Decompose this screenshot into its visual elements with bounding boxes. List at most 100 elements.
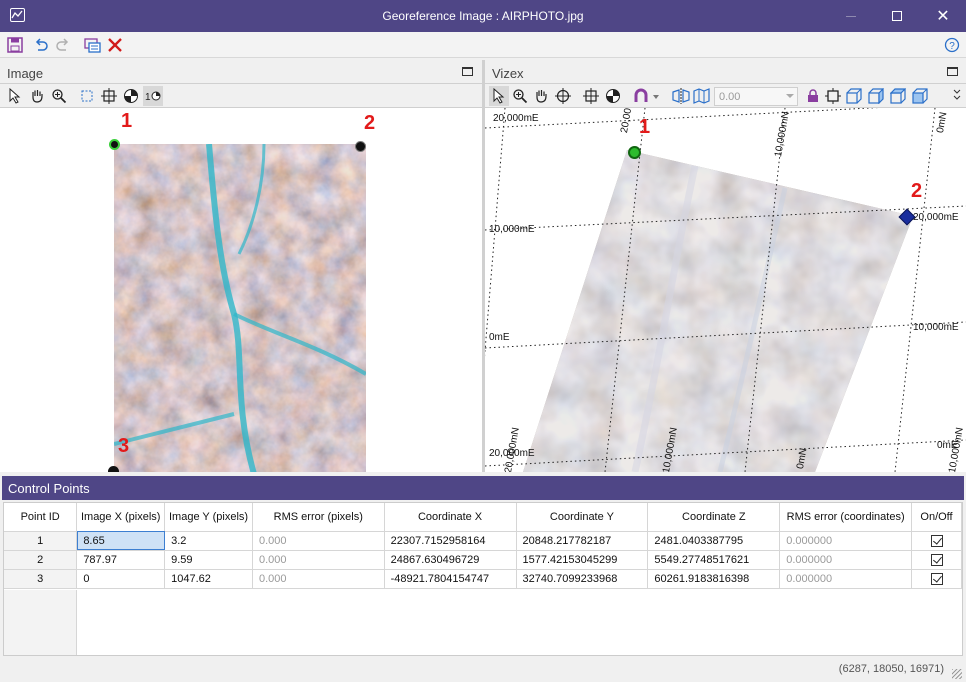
magnet-icon [634, 88, 659, 102]
vizex-crosshair-button[interactable] [553, 86, 573, 106]
one-to-one-button[interactable]: 1 [143, 86, 163, 106]
vizex-pan-tool-button[interactable] [531, 86, 551, 106]
vizex-view-iso-button[interactable] [910, 86, 930, 106]
column-header-on-off[interactable]: On/Off [911, 503, 962, 532]
vizex-toolbar-overflow-icon[interactable] [953, 88, 961, 104]
cell-coordinate-z[interactable]: 60261.9183816398 [647, 569, 781, 589]
cell-coordinate-z[interactable]: 2481.0403387795 [647, 531, 781, 551]
column-header-rms-coordinates[interactable]: RMS error (coordinates) [779, 503, 912, 532]
rotation-dropdown-arrow-icon[interactable] [786, 94, 794, 98]
image-panel-title: Image [7, 66, 44, 81]
vizex-flip-horizontal-button[interactable] [671, 86, 691, 106]
vizex-map-canvas [485, 108, 966, 472]
help-icon: ? [944, 37, 960, 53]
cell-image-x[interactable]: 8.65 [76, 531, 166, 551]
cell-coordinate-x[interactable]: 22307.7152958164 [384, 531, 517, 551]
redo-button[interactable] [53, 35, 73, 55]
georeference-button[interactable] [82, 35, 102, 55]
cell-point-id[interactable]: 1 [4, 531, 78, 551]
minimize-icon [846, 15, 856, 17]
cell-image-x[interactable]: 787.97 [76, 550, 166, 570]
grid-label-6: 0mE [489, 332, 510, 343]
cell-rms-pixels: 0.000 [252, 569, 385, 589]
vizex-view-front-button[interactable] [844, 86, 864, 106]
column-header-image-x[interactable]: Image X (pixels) [76, 503, 166, 532]
save-button[interactable] [5, 35, 25, 55]
pan-icon [32, 90, 43, 103]
cell-image-x[interactable]: 0 [76, 569, 166, 589]
image-control-point-3-icon[interactable] [108, 466, 119, 472]
table-row[interactable]: 3 0 1047.62 0.000 -48921.7804154747 3274… [4, 569, 962, 589]
vizex-view-side-button[interactable] [866, 86, 886, 106]
image-panel-header: Image [0, 60, 482, 84]
image-panel-maximize-icon[interactable] [462, 67, 473, 76]
vizex-control-point-1-icon[interactable] [628, 146, 641, 159]
save-icon [7, 37, 23, 53]
cube-front-icon [846, 88, 862, 104]
cell-coordinate-y[interactable]: 32740.7099233968 [516, 569, 649, 589]
on-off-checkbox[interactable] [930, 572, 943, 585]
pan-tool-button[interactable] [27, 86, 47, 106]
flip-vertical-icon [693, 88, 710, 104]
cell-image-y[interactable]: 3.2 [164, 531, 253, 551]
cell-coordinate-x[interactable]: 24867.630496729 [384, 550, 517, 570]
vizex-fit-button[interactable] [823, 86, 843, 106]
column-header-coordinate-z[interactable]: Coordinate Z [647, 503, 781, 532]
add-point-button[interactable] [99, 86, 119, 106]
table-row[interactable]: 2 787.97 9.59 0.000 24867.630496729 1577… [4, 550, 962, 570]
vizex-lock-button[interactable] [803, 86, 823, 106]
cell-rms-coordinates: 0.000000 [779, 569, 912, 589]
table-row[interactable]: 1 8.65 3.2 0.000 22307.7152958164 20848.… [4, 531, 962, 551]
svg-text:1: 1 [145, 92, 151, 103]
minimize-button[interactable] [828, 0, 874, 32]
column-header-coordinate-x[interactable]: Coordinate X [384, 503, 517, 532]
column-header-coordinate-y[interactable]: Coordinate Y [516, 503, 649, 532]
delete-button[interactable] [105, 35, 125, 55]
on-off-checkbox[interactable] [930, 534, 943, 547]
zoom-tool-button[interactable] [49, 86, 69, 106]
zoom-icon [52, 89, 67, 104]
contrast-button[interactable] [121, 86, 141, 106]
vizex-panel-header: Vizex [485, 60, 966, 84]
vizex-panel-maximize-icon[interactable] [947, 67, 958, 76]
close-button[interactable]: ✕ [920, 0, 966, 32]
help-button[interactable]: ? [942, 35, 962, 55]
vizex-view[interactable]: 20,000mE 20,000mN 10,000mN 0mN 10,000mE … [485, 108, 966, 472]
image-control-point-2-icon[interactable] [355, 141, 366, 152]
status-bar: (6287, 18050, 16971) [0, 658, 966, 682]
column-header-rms-pixels[interactable]: RMS error (pixels) [252, 503, 385, 532]
vizex-contrast-button[interactable] [603, 86, 623, 106]
cell-on-off[interactable] [911, 531, 962, 551]
cell-point-id[interactable]: 2 [4, 550, 78, 570]
cell-on-off[interactable] [911, 550, 962, 570]
vizex-view-top-button[interactable] [888, 86, 908, 106]
one-to-one-icon: 1 [145, 91, 161, 103]
vizex-add-point-button[interactable] [581, 86, 601, 106]
column-header-point-id[interactable]: Point ID [4, 503, 78, 532]
image-control-point-1-icon[interactable] [109, 139, 120, 150]
on-off-checkbox[interactable] [930, 553, 943, 566]
vizex-flip-vertical-button[interactable] [692, 86, 712, 106]
maximize-button[interactable] [874, 0, 920, 32]
image-panel-toolbar: 1 [0, 84, 482, 108]
vizex-zoom-in-button[interactable] [510, 86, 530, 106]
crop-tool-button[interactable] [77, 86, 97, 106]
resize-grip-icon[interactable] [952, 669, 962, 679]
image-view[interactable]: 1 2 3 [0, 108, 482, 472]
select-tool-button[interactable] [5, 86, 25, 106]
cell-image-y[interactable]: 9.59 [164, 550, 253, 570]
rotation-input[interactable]: 0.00 [714, 87, 798, 106]
undo-button[interactable] [31, 35, 51, 55]
cell-rms-coordinates: 0.000000 [779, 531, 912, 551]
cell-point-id[interactable]: 3 [4, 569, 78, 589]
cell-coordinate-x[interactable]: -48921.7804154747 [384, 569, 517, 589]
cell-coordinate-y[interactable]: 1577.42153045299 [516, 550, 649, 570]
vizex-snap-dropdown[interactable] [631, 86, 661, 106]
column-header-image-y[interactable]: Image Y (pixels) [164, 503, 253, 532]
cell-coordinate-z[interactable]: 5549.27748517621 [647, 550, 781, 570]
cell-coordinate-y[interactable]: 20848.217782187 [516, 531, 649, 551]
maximize-icon [892, 11, 902, 21]
vizex-select-tool-button[interactable] [489, 86, 509, 106]
cell-on-off[interactable] [911, 569, 962, 589]
cell-image-y[interactable]: 1047.62 [164, 569, 253, 589]
